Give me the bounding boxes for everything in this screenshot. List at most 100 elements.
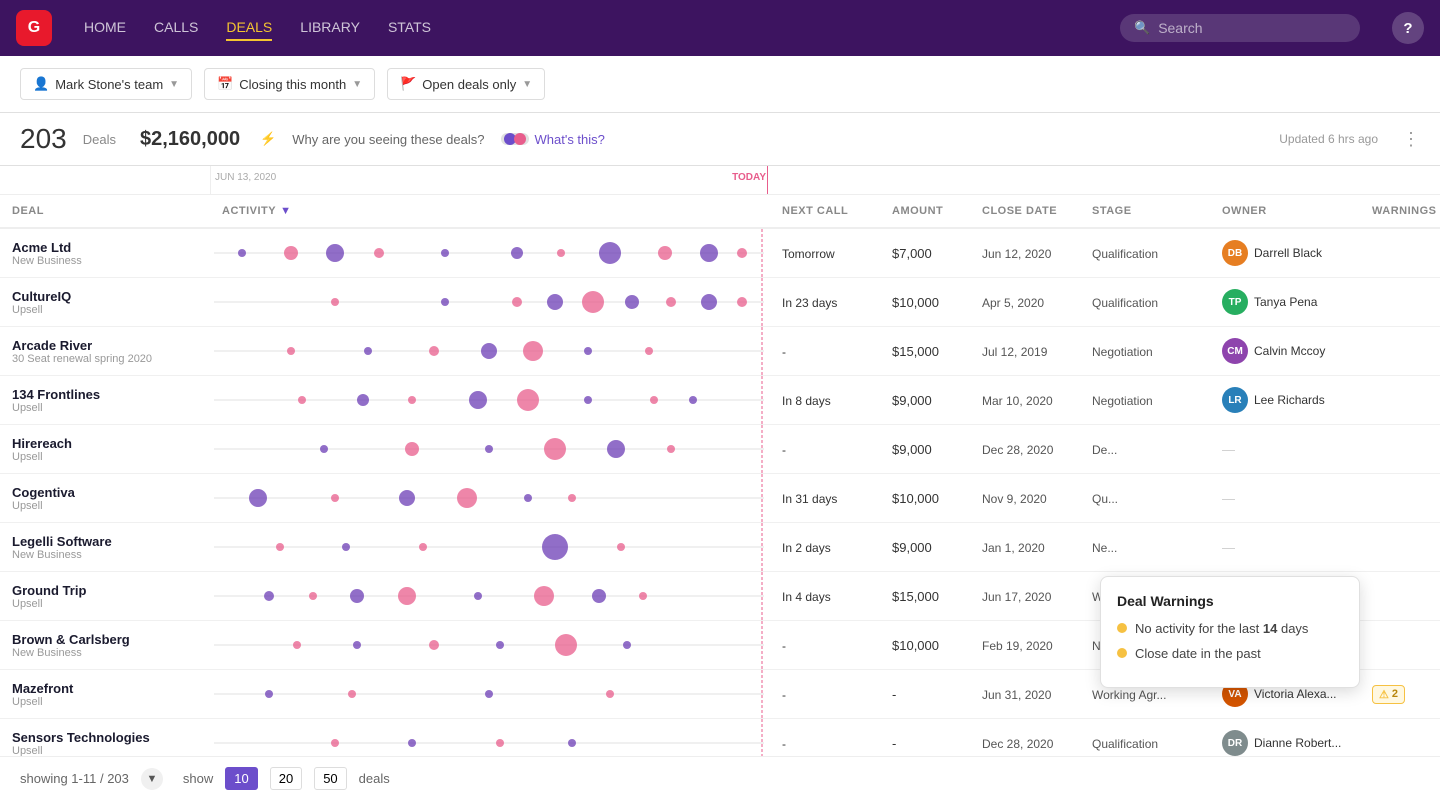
team-chevron-icon: ▼ — [169, 79, 179, 90]
warning-badge[interactable]: ⚠2 — [1372, 685, 1405, 704]
col-stage: STAGE — [1080, 195, 1210, 228]
table-row[interactable]: 134 FrontlinesUpsell In 8 days$9,000Mar … — [0, 376, 1440, 425]
close-date-cell: Feb 19, 2020 — [970, 621, 1080, 670]
table-row[interactable]: HirereachUpsell -$9,000Dec 28, 2020De...… — [0, 425, 1440, 474]
avatar: LR — [1222, 387, 1248, 413]
stage-cell: Negotiation — [1080, 327, 1210, 376]
nav-calls[interactable]: CALLS — [154, 15, 198, 41]
nav-deals[interactable]: DEALS — [226, 15, 272, 41]
warnings-cell: ⚠2 — [1360, 670, 1440, 719]
deal-name: Hirereach — [12, 436, 198, 451]
deal-amount: $2,160,000 — [140, 128, 240, 151]
nav-library[interactable]: LIBRARY — [300, 15, 360, 41]
deal-cell[interactable]: Arcade River30 Seat renewal spring 2020 — [0, 327, 210, 376]
team-filter[interactable]: 👤 Mark Stone's team ▼ — [20, 68, 192, 100]
period-label: Closing this month — [239, 77, 346, 92]
next-call-cell: In 8 days — [770, 376, 880, 425]
deal-cell[interactable]: Legelli SoftwareNew Business — [0, 523, 210, 572]
deal-cell[interactable]: CultureIQUpsell — [0, 278, 210, 327]
next-call-cell: In 4 days — [770, 572, 880, 621]
warnings-cell — [1360, 425, 1440, 474]
deal-sub: Upsell — [12, 696, 198, 708]
search-bar[interactable]: 🔍 — [1120, 14, 1360, 42]
activity-cell — [210, 670, 770, 719]
period-filter[interactable]: 📅 Closing this month ▼ — [204, 68, 375, 100]
next-call-cell: In 2 days — [770, 523, 880, 572]
deals-table-container: JUN 13, 2020 TODAY DEAL ACTIVITY ▼ NEXT … — [0, 166, 1440, 768]
more-icon[interactable]: ⋮ — [1402, 129, 1420, 150]
page-size-20[interactable]: 20 — [270, 767, 302, 790]
table-row[interactable]: CogentivaUpsell In 31 days$10,000Nov 9, … — [0, 474, 1440, 523]
tooltip-dot-2 — [1117, 648, 1127, 658]
page-size-50[interactable]: 50 — [314, 767, 346, 790]
amount-cell: $10,000 — [880, 474, 970, 523]
pagination-expand[interactable]: ▼ — [141, 768, 163, 790]
deal-cell[interactable]: CogentivaUpsell — [0, 474, 210, 523]
owner-cell: — — [1210, 523, 1360, 572]
help-button[interactable]: ? — [1392, 12, 1424, 44]
deal-sub: Upsell — [12, 745, 198, 757]
deal-sub: Upsell — [12, 500, 198, 512]
activity-cell — [210, 621, 770, 670]
table-row[interactable]: Arcade River30 Seat renewal spring 2020 … — [0, 327, 1440, 376]
deal-cell[interactable]: HirereachUpsell — [0, 425, 210, 474]
deal-sub: Upsell — [12, 304, 198, 316]
deal-name: Arcade River — [12, 338, 198, 353]
calendar-icon: 📅 — [217, 76, 233, 92]
deal-cell[interactable]: Brown & CarlsbergNew Business — [0, 621, 210, 670]
avatar: DB — [1222, 240, 1248, 266]
tooltip-item-2: Close date in the past — [1117, 646, 1343, 661]
activity-cell — [210, 327, 770, 376]
owner-cell: DB Darrell Black — [1210, 228, 1360, 278]
flag-filter[interactable]: 🚩 Open deals only ▼ — [387, 68, 545, 100]
activity-cell — [210, 523, 770, 572]
deal-name: Brown & Carlsberg — [12, 632, 198, 647]
warnings-cell — [1360, 572, 1440, 621]
nav-stats[interactable]: STATS — [388, 15, 431, 41]
logo[interactable]: G — [16, 10, 52, 46]
sort-icon: ▼ — [280, 205, 291, 217]
activity-cell — [210, 572, 770, 621]
whats-this-toggle[interactable]: What's this? — [501, 131, 605, 147]
period-chevron-icon: ▼ — [352, 79, 362, 90]
warnings-cell — [1360, 228, 1440, 278]
deal-cell[interactable]: Ground TripUpsell — [0, 572, 210, 621]
search-input[interactable] — [1158, 20, 1346, 36]
close-date-cell: Jun 12, 2020 — [970, 228, 1080, 278]
owner-name: Tanya Pena — [1254, 295, 1317, 309]
warnings-cell — [1360, 327, 1440, 376]
deal-sub: Upsell — [12, 598, 198, 610]
table-row[interactable]: Acme LtdNew Business Tomorrow$7,000Jun 1… — [0, 228, 1440, 278]
deal-name: Legelli Software — [12, 534, 198, 549]
deal-cell[interactable]: 134 FrontlinesUpsell — [0, 376, 210, 425]
table-row[interactable]: CultureIQUpsell In 23 days$10,000Apr 5, … — [0, 278, 1440, 327]
amount-cell: $15,000 — [880, 572, 970, 621]
close-date-cell: Jul 12, 2019 — [970, 327, 1080, 376]
deal-name: Mazefront — [12, 681, 198, 696]
next-call-cell: In 23 days — [770, 278, 880, 327]
page-size-10[interactable]: 10 — [225, 767, 257, 790]
stage-cell: De... — [1080, 425, 1210, 474]
flag-icon: 🚩 — [400, 76, 416, 92]
deal-sub: New Business — [12, 255, 198, 267]
table-row[interactable]: Legelli SoftwareNew Business In 2 days$9… — [0, 523, 1440, 572]
tooltip-text-1: No activity for the last 14 days — [1135, 621, 1308, 636]
stage-cell: Qu... — [1080, 474, 1210, 523]
col-owner: OWNER — [1210, 195, 1360, 228]
deal-cell[interactable]: Acme LtdNew Business — [0, 228, 210, 278]
nav-home[interactable]: HOME — [84, 15, 126, 41]
warning-icon: ⚠ — [1379, 688, 1389, 701]
col-activity[interactable]: ACTIVITY ▼ — [210, 195, 770, 228]
logo-icon: G — [16, 10, 52, 46]
deal-cell[interactable]: MazefrontUpsell — [0, 670, 210, 719]
activity-date-label: JUN 13, 2020 — [215, 172, 276, 183]
toggle-icon — [501, 131, 529, 147]
owner-cell: — — [1210, 474, 1360, 523]
next-call-cell: - — [770, 621, 880, 670]
activity-cell — [210, 376, 770, 425]
why-link[interactable]: Why are you seeing these deals? — [292, 132, 484, 147]
deal-sub: Upsell — [12, 451, 198, 463]
tooltip-text-2: Close date in the past — [1135, 646, 1261, 661]
next-call-cell: - — [770, 327, 880, 376]
deal-count-label: Deals — [83, 132, 116, 147]
